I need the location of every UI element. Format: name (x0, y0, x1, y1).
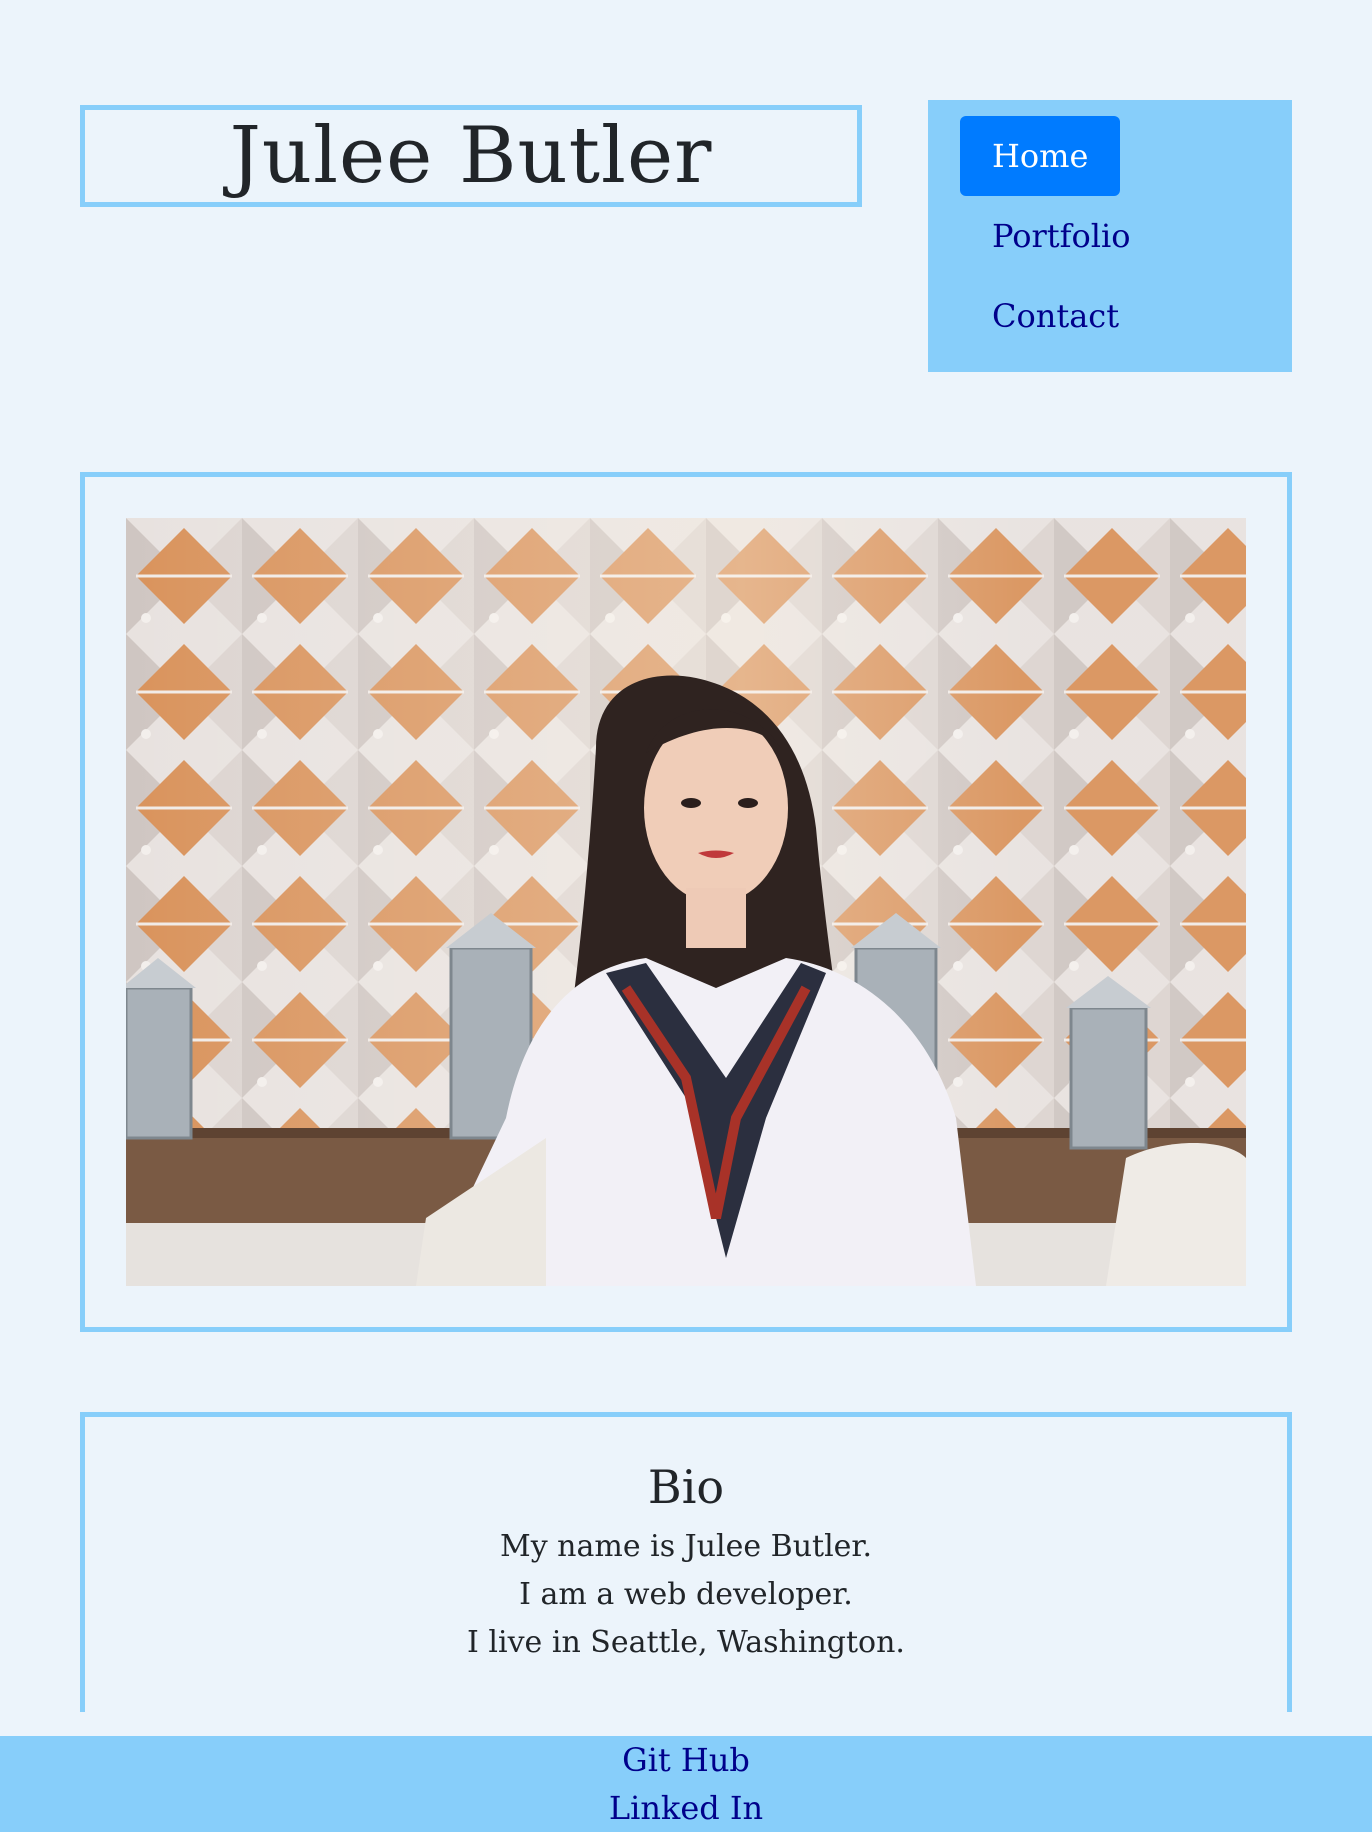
nav-portfolio[interactable]: Portfolio (960, 196, 1163, 276)
photo-frame (80, 472, 1292, 1332)
main-nav: Home Portfolio Contact (928, 100, 1292, 372)
bio-section: Bio My name is Julee Butler. I am a web … (80, 1412, 1292, 1712)
site-title: Julee Butler (229, 111, 713, 201)
linkedin-link[interactable]: Linked In (0, 1784, 1372, 1832)
bio-line: My name is Julee Butler. (499, 1529, 872, 1565)
site-title-box: Julee Butler (80, 105, 862, 207)
nav-contact[interactable]: Contact (960, 276, 1151, 356)
github-link[interactable]: Git Hub (0, 1736, 1372, 1784)
bio-line: I am a web developer. (519, 1577, 853, 1613)
footer: Git Hub Linked In (0, 1736, 1372, 1832)
bio-line: I live in Seattle, Washington. (467, 1625, 905, 1661)
bio-heading: Bio (647, 1460, 725, 1514)
profile-photo (126, 518, 1246, 1286)
nav-home[interactable]: Home (960, 116, 1121, 196)
